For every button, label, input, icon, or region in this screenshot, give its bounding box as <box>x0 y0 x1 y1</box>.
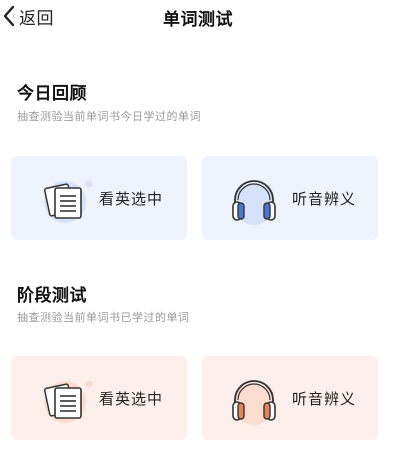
card-label: 看英选中 <box>99 390 164 408</box>
nav-bar: 返回 单词测试 <box>0 0 396 34</box>
card-label: 听音辨义 <box>292 390 357 408</box>
page-title: 单词测试 <box>163 10 233 30</box>
section-title-stage-test: 阶段测试 <box>17 286 87 306</box>
card-stage-read-english[interactable]: 看英选中 <box>11 356 187 440</box>
section-subtitle-stage-test: 抽查测验当前单词书已学过的单词 <box>17 311 190 324</box>
document-icon <box>39 172 95 228</box>
section-title-today-review: 今日回顾 <box>17 84 87 104</box>
section-subtitle-today-review: 抽查测验当前单词书今日学过的单词 <box>17 110 201 123</box>
document-icon <box>39 372 95 428</box>
headphones-icon <box>226 172 282 228</box>
card-today-read-english[interactable]: 看英选中 <box>11 156 187 240</box>
card-label: 听音辨义 <box>292 190 357 208</box>
card-today-listen-meaning[interactable]: 听音辨义 <box>202 156 378 240</box>
card-label: 看英选中 <box>99 190 164 208</box>
card-stage-listen-meaning[interactable]: 听音辨义 <box>202 356 378 440</box>
headphones-icon <box>226 372 282 428</box>
